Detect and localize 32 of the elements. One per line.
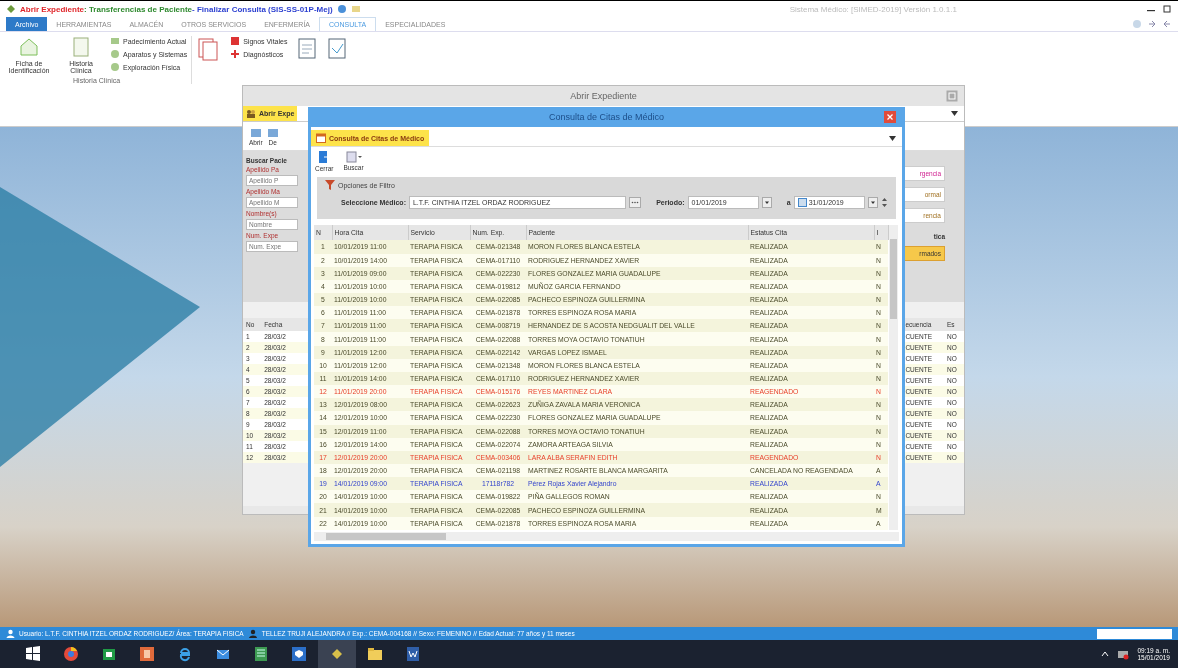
ellipsis-icon[interactable] (629, 197, 642, 208)
house-icon (18, 36, 40, 58)
window-title: Abrir Expediente (20, 4, 84, 14)
status-field[interactable] (1097, 628, 1172, 639)
presentation-icon[interactable] (138, 645, 156, 663)
dropdown-icon[interactable] (761, 197, 772, 208)
user-icon (6, 629, 15, 638)
patient-icon (247, 629, 258, 638)
scrollbar[interactable] (888, 225, 898, 530)
spreadsheet-icon[interactable] (252, 645, 270, 663)
arrow-icon[interactable] (1147, 19, 1157, 29)
browser-icon[interactable] (62, 645, 80, 663)
chevron-icon[interactable] (1101, 650, 1110, 658)
window-title: Consulta de Citas de Médico (548, 112, 665, 122)
leaf-icon (6, 4, 16, 14)
caret-icon[interactable] (889, 135, 896, 141)
dropdown-icon[interactable] (868, 197, 878, 208)
windows-icon[interactable] (24, 645, 42, 663)
arrow-icon[interactable] (1162, 19, 1172, 29)
plus-icon (230, 49, 241, 59)
caret-icon[interactable] (951, 111, 958, 116)
shield-icon[interactable] (290, 645, 308, 663)
window-title: Abrir Expediente (570, 91, 637, 101)
scrollbar[interactable] (314, 532, 899, 541)
restore-icon[interactable] (1162, 4, 1172, 14)
filter-icon (325, 180, 335, 190)
network-icon[interactable] (1117, 648, 1130, 660)
people-icon (246, 109, 256, 118)
close-icon[interactable] (884, 111, 896, 123)
window-title: - Finalizar Consulta (SIS-SS-01P-Mej) (192, 4, 333, 14)
grid-icon (345, 151, 362, 163)
spin-icon[interactable] (881, 197, 888, 208)
